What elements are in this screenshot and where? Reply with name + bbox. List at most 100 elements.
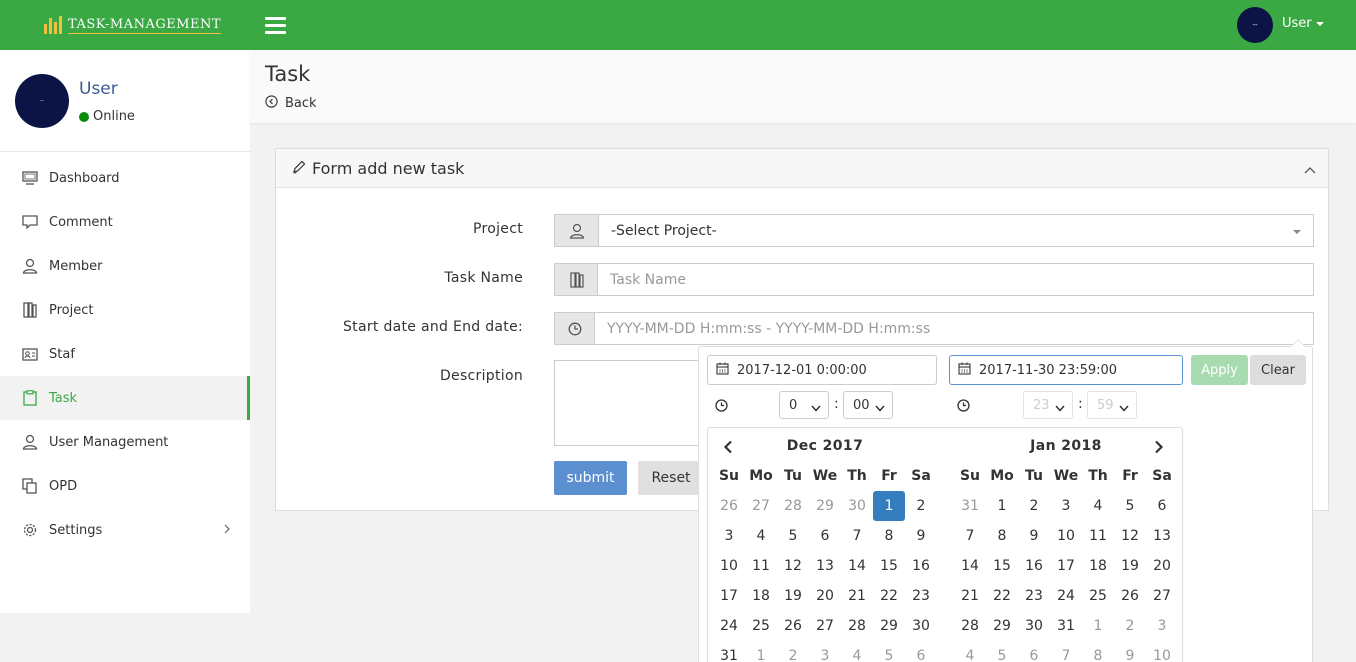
calendar-day[interactable]: 25 bbox=[1082, 581, 1114, 611]
calendar-day[interactable]: 4 bbox=[954, 641, 986, 662]
calendar-day[interactable]: 20 bbox=[1146, 551, 1178, 581]
sidebar-item-settings[interactable]: Settings bbox=[0, 508, 250, 552]
calendar-day[interactable]: 3 bbox=[1146, 611, 1178, 641]
avatar[interactable]: -- bbox=[1237, 7, 1273, 43]
reset-button[interactable]: Reset bbox=[638, 461, 704, 495]
calendar-day[interactable]: 3 bbox=[809, 641, 841, 662]
clear-button[interactable]: Clear bbox=[1250, 355, 1306, 385]
calendar-day[interactable]: 28 bbox=[954, 611, 986, 641]
calendar-day[interactable]: 22 bbox=[873, 581, 905, 611]
calendar-day[interactable]: 17 bbox=[713, 581, 745, 611]
calendar-day[interactable]: 26 bbox=[1114, 581, 1146, 611]
calendar-day[interactable]: 31 bbox=[954, 491, 986, 521]
user-menu-dropdown[interactable]: User bbox=[1282, 16, 1324, 31]
sidebar-item-dashboard[interactable]: Dashboard bbox=[0, 156, 250, 200]
calendar-day[interactable]: 2 bbox=[777, 641, 809, 662]
calendar-day[interactable]: 20 bbox=[809, 581, 841, 611]
calendar-day[interactable]: 5 bbox=[873, 641, 905, 662]
calendar-day[interactable]: 26 bbox=[713, 491, 745, 521]
calendar-day[interactable]: 19 bbox=[777, 581, 809, 611]
sidebar-item-user-management[interactable]: User Management bbox=[0, 420, 250, 464]
date-range-input[interactable]: YYYY-MM-DD H:mm:ss - YYYY-MM-DD H:mm:ss bbox=[594, 312, 1314, 345]
calendar-day[interactable]: 5 bbox=[1114, 491, 1146, 521]
calendar-day[interactable]: 1 bbox=[1082, 611, 1114, 641]
calendar-day[interactable]: 3 bbox=[1050, 491, 1082, 521]
calendar-day[interactable]: 10 bbox=[1146, 641, 1178, 662]
calendar-day[interactable]: 6 bbox=[809, 521, 841, 551]
calendar-day[interactable]: 7 bbox=[1050, 641, 1082, 662]
calendar-day[interactable]: 5 bbox=[986, 641, 1018, 662]
calendar-day[interactable]: 7 bbox=[954, 521, 986, 551]
sidebar-item-comment[interactable]: Comment bbox=[0, 200, 250, 244]
task-name-input[interactable]: Task Name bbox=[597, 263, 1314, 296]
calendar-day[interactable]: 18 bbox=[745, 581, 777, 611]
calendar-day[interactable]: 12 bbox=[777, 551, 809, 581]
description-textarea[interactable] bbox=[554, 360, 704, 446]
calendar-day[interactable]: 15 bbox=[986, 551, 1018, 581]
calendar-day[interactable]: 12 bbox=[1114, 521, 1146, 551]
calendar-day[interactable]: 25 bbox=[745, 611, 777, 641]
calendar-day[interactable]: 10 bbox=[1050, 521, 1082, 551]
calendar-day[interactable]: 14 bbox=[841, 551, 873, 581]
calendar-day[interactable]: 24 bbox=[713, 611, 745, 641]
calendar-day[interactable]: 5 bbox=[777, 521, 809, 551]
sidebar-item-task[interactable]: Task bbox=[0, 376, 250, 420]
calendar-day[interactable]: 31 bbox=[1050, 611, 1082, 641]
sidebar-toggle-icon[interactable] bbox=[265, 17, 286, 34]
calendar-day[interactable]: 28 bbox=[841, 611, 873, 641]
calendar-day[interactable]: 23 bbox=[1018, 581, 1050, 611]
start-minute-select[interactable]: 00 bbox=[843, 391, 893, 419]
calendar-day[interactable]: 13 bbox=[1146, 521, 1178, 551]
sidebar-item-opd[interactable]: OPD bbox=[0, 464, 250, 508]
calendar-day[interactable]: 8 bbox=[1082, 641, 1114, 662]
start-hour-select[interactable]: 0 bbox=[779, 391, 829, 419]
calendar-day[interactable]: 27 bbox=[1146, 581, 1178, 611]
calendar-day[interactable]: 11 bbox=[745, 551, 777, 581]
calendar-day[interactable]: 27 bbox=[745, 491, 777, 521]
selected-day[interactable]: 1 bbox=[873, 491, 905, 521]
calendar-day[interactable]: 6 bbox=[905, 641, 937, 662]
calendar-day[interactable]: 29 bbox=[809, 491, 841, 521]
calendar-day[interactable]: 29 bbox=[873, 611, 905, 641]
calendar-day[interactable]: 2 bbox=[905, 491, 937, 521]
calendar-day[interactable]: 16 bbox=[1018, 551, 1050, 581]
calendar-day[interactable]: 9 bbox=[1114, 641, 1146, 662]
calendar-day[interactable]: 2 bbox=[1114, 611, 1146, 641]
calendar-day[interactable]: 21 bbox=[841, 581, 873, 611]
calendar-day[interactable]: 16 bbox=[905, 551, 937, 581]
calendar-day[interactable]: 24 bbox=[1050, 581, 1082, 611]
calendar-day[interactable]: 8 bbox=[986, 521, 1018, 551]
calendar-day[interactable]: 14 bbox=[954, 551, 986, 581]
calendar-day[interactable]: 7 bbox=[841, 521, 873, 551]
calendar-day[interactable]: 28 bbox=[777, 491, 809, 521]
calendar-day[interactable]: 9 bbox=[905, 521, 937, 551]
sidebar-item-staf[interactable]: Staf bbox=[0, 332, 250, 376]
project-select[interactable]: -Select Project- bbox=[598, 214, 1314, 247]
apply-button[interactable]: Apply bbox=[1191, 355, 1248, 385]
brand-logo[interactable]: TASK-MANAGEMENT bbox=[44, 16, 222, 34]
calendar-day[interactable]: 4 bbox=[1082, 491, 1114, 521]
calendar-day[interactable]: 15 bbox=[873, 551, 905, 581]
end-minute-select[interactable]: 59 bbox=[1087, 391, 1137, 419]
calendar-day[interactable]: 2 bbox=[1018, 491, 1050, 521]
calendar-day[interactable]: 9 bbox=[1018, 521, 1050, 551]
calendar-day[interactable]: 11 bbox=[1082, 521, 1114, 551]
end-date-input[interactable]: 2017-11-30 23:59:00 bbox=[949, 355, 1183, 385]
calendar-day[interactable]: 29 bbox=[986, 611, 1018, 641]
calendar-day[interactable]: 6 bbox=[1146, 491, 1178, 521]
start-date-input[interactable]: 2017-12-01 0:00:00 bbox=[707, 355, 937, 385]
calendar-day[interactable]: 26 bbox=[777, 611, 809, 641]
calendar-day[interactable]: 18 bbox=[1082, 551, 1114, 581]
calendar-day[interactable]: 6 bbox=[1018, 641, 1050, 662]
calendar-day[interactable]: 1 bbox=[986, 491, 1018, 521]
calendar-day[interactable]: 27 bbox=[809, 611, 841, 641]
calendar-day[interactable]: 13 bbox=[809, 551, 841, 581]
calendar-day[interactable]: 31 bbox=[713, 641, 745, 662]
calendar-day[interactable]: 22 bbox=[986, 581, 1018, 611]
calendar-day[interactable]: 4 bbox=[745, 521, 777, 551]
end-hour-select[interactable]: 23 bbox=[1023, 391, 1073, 419]
calendar-day[interactable]: 21 bbox=[954, 581, 986, 611]
calendar-day[interactable]: 30 bbox=[841, 491, 873, 521]
calendar-day[interactable]: 1 bbox=[745, 641, 777, 662]
calendar-day[interactable]: 23 bbox=[905, 581, 937, 611]
